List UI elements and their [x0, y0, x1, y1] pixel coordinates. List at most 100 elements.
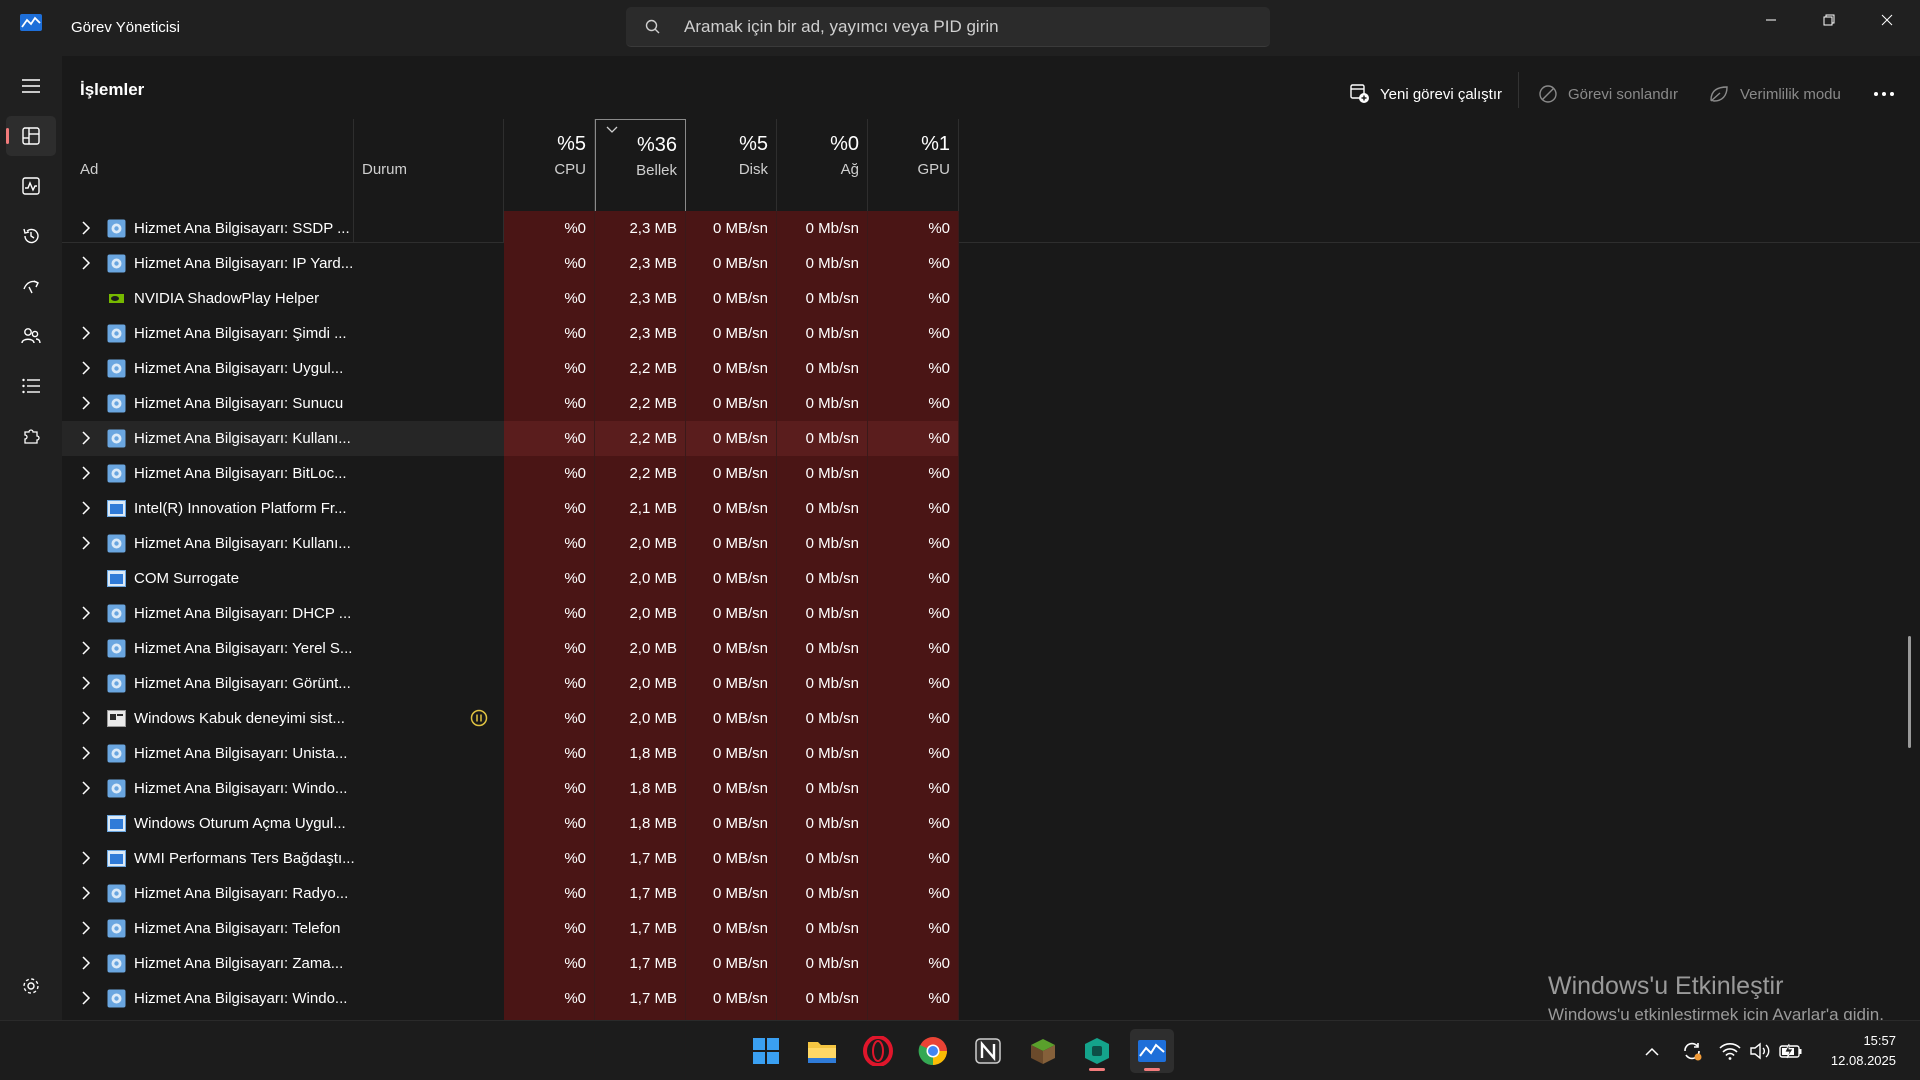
process-name: Hizmet Ana Bilgisayarı: SSDP ...	[134, 220, 350, 237]
run-new-task-button[interactable]: Yeni görevi çalıştır	[1350, 76, 1502, 112]
nav-performance[interactable]	[6, 166, 56, 206]
expand-chevron-icon[interactable]	[79, 746, 93, 760]
expand-chevron-icon[interactable]	[79, 641, 93, 655]
hamburger-menu-button[interactable]	[6, 66, 56, 106]
expand-chevron-icon[interactable]	[79, 536, 93, 550]
tray-volume[interactable]	[1748, 1039, 1772, 1063]
table-row[interactable]: Hizmet Ana Bilgisayarı: Kullanı... %0 2,2 …	[62, 421, 1022, 456]
expand-chevron-icon[interactable]	[79, 781, 93, 795]
table-row[interactable]: Hizmet Ana Bilgisayarı: DHCP ... %0 2,0 MB…	[62, 596, 1022, 631]
table-row[interactable]: COM Surrogate %0 2,0 MB 0 MB/sn 0 Mb/sn %0	[62, 561, 1022, 596]
expand-chevron-icon[interactable]	[79, 326, 93, 340]
table-row[interactable]: Intel(R) Innovation Platform Fr... %0 2,1 …	[62, 491, 1022, 526]
network-cell: 0 Mb/sn	[777, 631, 868, 666]
nav-settings[interactable]	[6, 966, 56, 1006]
disk-cell: 0 MB/sn	[686, 351, 777, 386]
tray-battery[interactable]	[1778, 1039, 1804, 1063]
close-button[interactable]	[1858, 0, 1916, 40]
expand-chevron-icon[interactable]	[79, 361, 93, 375]
tray-sync[interactable]	[1680, 1039, 1704, 1063]
expand-chevron-icon[interactable]	[79, 991, 93, 1005]
nav-processes[interactable]	[6, 116, 56, 156]
vertical-scrollbar[interactable]	[1908, 636, 1911, 748]
search-input[interactable]	[682, 7, 1246, 47]
start-button[interactable]	[744, 1029, 788, 1073]
network-cell: 0 Mb/sn	[777, 561, 868, 596]
table-row[interactable]: Hizmet Ana Bilgisayarı: Kullanı... %0 2,0 …	[62, 526, 1022, 561]
table-row[interactable]: Hizmet Ana Bilgisayarı: Windo... %0 1,8 MB…	[62, 771, 1022, 806]
taskbar-notion[interactable]	[966, 1029, 1010, 1073]
restore-button[interactable]	[1800, 0, 1858, 40]
taskbar-chrome[interactable]	[911, 1029, 955, 1073]
tray-network[interactable]	[1718, 1039, 1742, 1063]
nav-startup-apps[interactable]	[6, 266, 56, 306]
window-process-icon	[107, 849, 126, 868]
more-options-button[interactable]	[1867, 78, 1901, 110]
expand-chevron-icon[interactable]	[79, 921, 93, 935]
table-row[interactable]: Hizmet Ana Bilgisayarı: IP Yard... %0 2,3 …	[62, 246, 1022, 281]
disk-cell: 0 MB/sn	[686, 841, 777, 876]
taskbar-opera[interactable]	[856, 1029, 900, 1073]
gear-process-icon	[107, 534, 126, 553]
process-name: Hizmet Ana Bilgisayarı: IP Yard...	[134, 255, 354, 272]
cpu-cell: %0	[504, 246, 595, 281]
search-box[interactable]	[626, 7, 1270, 47]
suspended-status-icon	[470, 709, 488, 727]
network-label: Ağ	[840, 161, 859, 178]
expand-chevron-icon[interactable]	[79, 676, 93, 690]
table-row[interactable]: Hizmet Ana Bilgisayarı: Görünt... %0 2,0 M…	[62, 666, 1022, 701]
nav-details[interactable]	[6, 366, 56, 406]
taskbar-minecraft[interactable]	[1021, 1029, 1065, 1073]
memory-cell: 2,0 MB	[595, 526, 686, 561]
expand-chevron-icon[interactable]	[79, 396, 93, 410]
expand-chevron-icon[interactable]	[79, 711, 93, 725]
memory-label: Bellek	[636, 162, 677, 179]
table-row[interactable]: NVIDIA ShadowPlay Helper %0 2,3 MB 0 MB/sn 0…	[62, 281, 1022, 316]
taskbar-task-manager[interactable]	[1130, 1029, 1174, 1073]
table-row[interactable]: Windows Kabuk deneyimi sist... %0 2,0 MB 0 …	[62, 701, 1022, 736]
table-row[interactable]: WMI Performans Ters Bağdaştı... %0 1,7 MB 0…	[62, 841, 1022, 876]
nav-services[interactable]	[6, 416, 56, 456]
table-row[interactable]: Hizmet Ana Bilgisayarı: Sunucu %0 2,2 MB 0 …	[62, 386, 1022, 421]
expand-chevron-icon[interactable]	[79, 886, 93, 900]
table-row[interactable]: Hizmet Ana Bilgisayarı: Telefon %0 1,7 MB 0…	[62, 911, 1022, 946]
nav-app-history[interactable]	[6, 216, 56, 256]
table-row[interactable]: Hizmet Ana Bilgisayarı: Uygul... %0 2,2 MB…	[62, 351, 1022, 386]
expand-chevron-icon[interactable]	[79, 256, 93, 270]
table-row[interactable]: Hizmet Ana Bilgisayarı: Şimdi ... %0 2,3 M…	[62, 316, 1022, 351]
process-name: Hizmet Ana Bilgisayarı: Kullanı...	[134, 430, 351, 447]
expand-chevron-icon[interactable]	[79, 606, 93, 620]
table-row[interactable]: Hizmet Ana Bilgisayarı: Windo... %0 1,7 MB…	[62, 981, 1022, 1016]
cpu-cell: %0	[504, 281, 595, 316]
table-row[interactable]: Windows Oturum Açma Uygul... %0 1,8 MB 0 MB…	[62, 806, 1022, 841]
expand-chevron-icon[interactable]	[79, 851, 93, 865]
expand-chevron-icon[interactable]	[79, 956, 93, 970]
memory-cell: 1,7 MB	[595, 981, 686, 1016]
taskbar-teal-app[interactable]	[1075, 1029, 1119, 1073]
table-row[interactable]: Hizmet Ana Bilgisayarı: Yerel S... %0 2,0 …	[62, 631, 1022, 666]
gear-process-icon	[107, 919, 126, 938]
show-hidden-icons-button[interactable]	[1640, 1039, 1664, 1063]
expand-chevron-icon[interactable]	[79, 431, 93, 445]
nav-users[interactable]	[6, 316, 56, 356]
end-task-button[interactable]: Görevi sonlandır	[1538, 76, 1678, 112]
process-name: Hizmet Ana Bilgisayarı: Windo...	[134, 990, 348, 1007]
taskbar-clock[interactable]: 15:57 12.08.2025	[1831, 1031, 1896, 1071]
expand-chevron-icon[interactable]	[79, 221, 93, 235]
cpu-cell: %0	[504, 456, 595, 491]
table-row[interactable]: Hizmet Ana Bilgisayarı: Radyo... %0 1,7 MB…	[62, 876, 1022, 911]
table-row[interactable]: Hizmet Ana Bilgisayarı: Zama... %0 1,7 MB 0…	[62, 946, 1022, 981]
table-row[interactable]: Hizmet Ana Bilgisayarı: BitLoc... %0 2,2 M…	[62, 456, 1022, 491]
expand-chevron-icon[interactable]	[79, 466, 93, 480]
process-name: Hizmet Ana Bilgisayarı: Görünt...	[134, 675, 351, 692]
network-cell: 0 Mb/sn	[777, 211, 868, 246]
efficiency-mode-button[interactable]: Verimlilik modu	[1708, 76, 1841, 112]
chevron-up-icon	[1645, 1047, 1659, 1056]
table-row[interactable]: Hizmet Ana Bilgisayarı: Unista... %0 1,8 M…	[62, 736, 1022, 771]
table-row[interactable]: Hizmet Ana Bilgisayarı: SSDP ... %0 2,3 MB…	[62, 211, 1022, 246]
expand-chevron-icon[interactable]	[79, 501, 93, 515]
window-process-icon	[107, 814, 126, 833]
close-icon	[1881, 14, 1893, 26]
taskbar-file-explorer[interactable]	[800, 1029, 844, 1073]
minimize-button[interactable]	[1742, 0, 1800, 40]
